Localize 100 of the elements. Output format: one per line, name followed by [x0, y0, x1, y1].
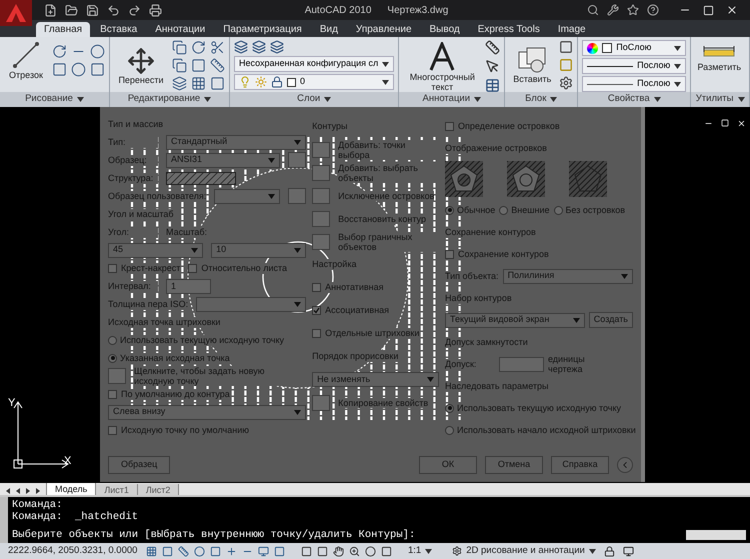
- ribbon-tab[interactable]: Параметризация: [215, 22, 310, 37]
- island-preview-drawing[interactable]: [445, 161, 483, 197]
- command-prompt[interactable]: Выберите объекты или [вЫбрать внутреннюю точку/удалить Контуры]:: [12, 529, 686, 541]
- radio-button[interactable]: [445, 404, 454, 412]
- viewport-maximize-icon[interactable]: [721, 119, 729, 127]
- tool-icon[interactable]: [172, 76, 187, 91]
- layer-icon[interactable]: [270, 40, 284, 54]
- redo-icon[interactable]: [128, 4, 141, 16]
- workspace-button[interactable]: 2D рисование и аннотации: [452, 544, 596, 558]
- viewport-close-icon[interactable]: [737, 119, 746, 128]
- checkbox[interactable]: [312, 306, 322, 315]
- tool-icon[interactable]: [191, 58, 206, 73]
- layer-icon[interactable]: [252, 40, 266, 54]
- command-window-handle[interactable]: [0, 497, 8, 543]
- input-field[interactable]: [499, 356, 544, 372]
- block-tool-icon[interactable]: [559, 40, 574, 54]
- navigation-icon[interactable]: [349, 546, 360, 556]
- checkbox[interactable]: [445, 250, 454, 258]
- maximize-icon[interactable]: [703, 4, 714, 16]
- new-file-icon[interactable]: [44, 4, 57, 16]
- close-icon[interactable]: [726, 4, 738, 16]
- scrollbar[interactable]: [686, 530, 746, 540]
- monitor-icon[interactable]: [622, 546, 634, 556]
- open-folder-icon[interactable]: [65, 4, 78, 16]
- tool-icon[interactable]: [210, 58, 225, 73]
- checkbox[interactable]: [445, 122, 454, 130]
- navigation-icon[interactable]: [333, 546, 344, 556]
- checkbox[interactable]: [108, 264, 117, 272]
- ribbon-tool-button[interactable]: Перенести: [114, 46, 168, 84]
- ribbon-tool-button[interactable]: Разметить: [695, 40, 744, 72]
- annotation-scale-button[interactable]: 1:1: [408, 544, 432, 558]
- print-icon[interactable]: [149, 4, 162, 16]
- tool-icon[interactable]: [172, 58, 187, 73]
- dimension-icon[interactable]: [485, 40, 500, 55]
- ribbon-tab[interactable]: Вид: [312, 22, 346, 37]
- ribbon-tab[interactable]: Управление: [348, 22, 420, 37]
- ribbon-tool-button[interactable]: Вставить: [509, 46, 556, 84]
- tool-icon[interactable]: [90, 44, 105, 58]
- save-icon[interactable]: [86, 4, 99, 16]
- ribbon-tab[interactable]: Image: [550, 22, 594, 37]
- checkbox[interactable]: [188, 264, 198, 272]
- leader-icon[interactable]: [485, 59, 500, 74]
- navigation-icon[interactable]: [317, 546, 328, 556]
- ribbon-tool-button[interactable]: Отрезок: [4, 40, 48, 80]
- block-tool-icon[interactable]: [559, 76, 574, 90]
- checkbox[interactable]: [312, 283, 322, 292]
- ribbon-tab[interactable]: Express Tools: [470, 22, 548, 37]
- drafting-toggle-icon[interactable]: [178, 546, 189, 556]
- help-icon[interactable]: [647, 4, 659, 16]
- drafting-toggle-icon[interactable]: [226, 546, 237, 556]
- search-icon[interactable]: [587, 4, 599, 16]
- layout-tab[interactable]: Модель: [46, 483, 96, 495]
- lock-icon[interactable]: [271, 76, 283, 88]
- drafting-toggle-icon[interactable]: [258, 546, 269, 556]
- linetype-dropdown[interactable]: Послою: [582, 58, 686, 74]
- island-preview-drawing[interactable]: [507, 161, 545, 197]
- ribbon-tool-button[interactable]: Многострочный текст: [403, 42, 482, 92]
- lock-icon[interactable]: [604, 546, 615, 556]
- ribbon-tab[interactable]: Вставка: [92, 22, 146, 37]
- tool-icon[interactable]: [191, 40, 206, 55]
- ribbon-tab[interactable]: Главная: [36, 22, 90, 37]
- drafting-toggle-icon[interactable]: [162, 546, 173, 556]
- drafting-toggle-icon[interactable]: [274, 546, 285, 556]
- tool-icon[interactable]: [210, 40, 225, 55]
- radio-button[interactable]: [445, 426, 454, 434]
- tool-icon[interactable]: [191, 76, 206, 91]
- navigation-icon[interactable]: [301, 546, 312, 556]
- tool-icon[interactable]: [52, 44, 67, 58]
- tool-icon[interactable]: [52, 62, 67, 76]
- color-dropdown[interactable]: ПоСлою: [582, 40, 686, 56]
- table-icon[interactable]: [485, 78, 500, 93]
- radio-button[interactable]: [554, 206, 562, 214]
- ribbon-tab[interactable]: Аннотации: [147, 22, 214, 37]
- layer-dropdown[interactable]: 0: [234, 74, 394, 90]
- lineweight-dropdown[interactable]: Послою: [582, 76, 686, 92]
- drafting-toggle-icon[interactable]: [194, 546, 205, 556]
- navigation-icon[interactable]: [365, 546, 376, 556]
- layout-tab[interactable]: Лист1: [96, 484, 138, 495]
- star-icon[interactable]: [627, 4, 639, 16]
- undo-icon[interactable]: [107, 4, 120, 16]
- layout-tab[interactable]: Лист2: [138, 484, 180, 495]
- radio-button[interactable]: [445, 206, 454, 214]
- layer-icon[interactable]: [234, 40, 248, 54]
- pattern-swatch[interactable]: [166, 172, 236, 184]
- navigation-icon[interactable]: [381, 546, 392, 556]
- wrench-icon[interactable]: [607, 4, 619, 16]
- drafting-toggle-icon[interactable]: [146, 546, 157, 556]
- tool-icon[interactable]: [210, 76, 225, 91]
- radio-button[interactable]: [108, 354, 117, 362]
- radio-button[interactable]: [499, 206, 508, 214]
- checkbox[interactable]: [108, 426, 117, 434]
- checkbox[interactable]: [108, 390, 117, 398]
- tool-icon[interactable]: [172, 40, 187, 55]
- ribbon-tab[interactable]: Вывод: [422, 22, 468, 37]
- tool-icon[interactable]: [90, 62, 105, 76]
- drafting-toggle-icon[interactable]: [210, 546, 221, 556]
- checkbox[interactable]: [312, 329, 322, 338]
- radio-button[interactable]: [108, 336, 117, 344]
- tool-icon[interactable]: [71, 62, 86, 76]
- collapse-button[interactable]: [617, 457, 633, 473]
